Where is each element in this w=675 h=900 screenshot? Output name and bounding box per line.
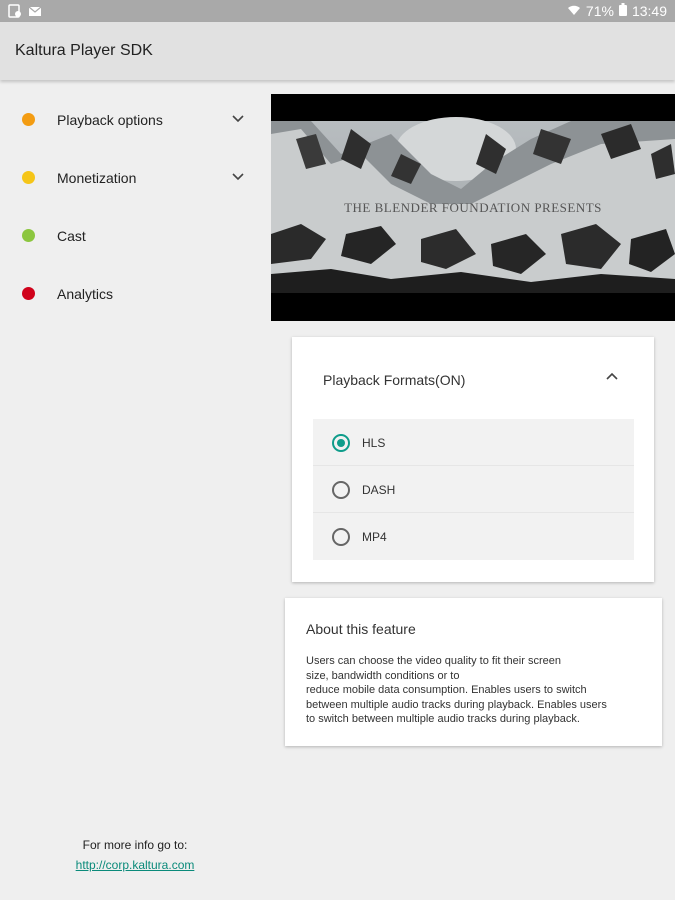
menu-item-label: Monetization <box>57 170 137 186</box>
menu-item-playback-options[interactable]: Playback options <box>0 90 262 148</box>
radio-label: HLS <box>362 436 386 450</box>
about-feature-card: About this feature Users can choose the … <box>285 598 662 746</box>
menu-item-analytics[interactable]: Analytics <box>0 264 262 322</box>
menu-item-monetization[interactable]: Monetization <box>0 148 262 206</box>
radio-button[interactable] <box>332 528 350 546</box>
about-line: between multiple audio tracks during pla… <box>306 698 607 711</box>
mail-icon <box>28 4 42 21</box>
about-title: About this feature <box>306 621 416 637</box>
about-line: to switch between multiple audio tracks … <box>306 713 580 725</box>
screen-mirroring-icon <box>8 4 22 21</box>
about-line: size, bandwidth conditions or to <box>306 669 460 682</box>
playback-formats-card: Playback Formats(ON) HLS DASH MP4 <box>292 337 654 582</box>
radio-option-hls[interactable]: HLS <box>313 419 634 466</box>
battery-icon <box>618 3 627 19</box>
radio-label: DASH <box>362 483 396 497</box>
footer-link[interactable]: http://corp.kaltura.com <box>76 858 195 872</box>
status-bar: 71% 13:49 <box>0 0 675 22</box>
status-dot <box>22 287 35 300</box>
format-radio-group: HLS DASH MP4 <box>313 419 634 560</box>
about-description: Users can choose the video quality to fi… <box>306 654 651 727</box>
radio-option-dash[interactable]: DASH <box>313 466 634 513</box>
footer-info-text: For more info go to: <box>82 838 188 852</box>
radio-button[interactable] <box>332 481 350 499</box>
menu-item-label: Cast <box>57 228 86 244</box>
status-dot <box>22 229 35 242</box>
clock: 13:49 <box>631 3 667 19</box>
radio-option-mp4[interactable]: MP4 <box>313 513 634 560</box>
menu-item-label: Playback options <box>57 112 163 128</box>
video-player[interactable]: THE BLENDER FOUNDATION PRESENTS <box>271 94 675 321</box>
radio-label: MP4 <box>362 530 387 544</box>
menu-item-cast[interactable]: Cast <box>0 206 262 264</box>
app-bar: Kaltura Player SDK <box>0 22 675 80</box>
wifi-icon <box>567 3 581 19</box>
status-dot <box>22 113 35 126</box>
menu-item-label: Analytics <box>57 286 114 302</box>
about-line: reduce mobile data consumption. Enables … <box>306 684 587 696</box>
battery-percent: 71% <box>585 3 614 19</box>
app-title: Kaltura Player SDK <box>15 42 153 59</box>
status-dot <box>22 171 35 184</box>
video-caption: THE BLENDER FOUNDATION PRESENTS <box>344 200 602 215</box>
playback-formats-title: Playback Formats(ON) <box>323 372 466 388</box>
chevron-up-icon[interactable] <box>604 369 620 385</box>
chevron-down-icon[interactable] <box>230 110 246 126</box>
about-line: Users can choose the video quality to fi… <box>306 655 561 667</box>
side-menu: Playback options Monetization Cast Analy… <box>0 90 262 322</box>
chevron-down-icon[interactable] <box>230 168 246 184</box>
radio-button-checked[interactable] <box>332 434 350 452</box>
